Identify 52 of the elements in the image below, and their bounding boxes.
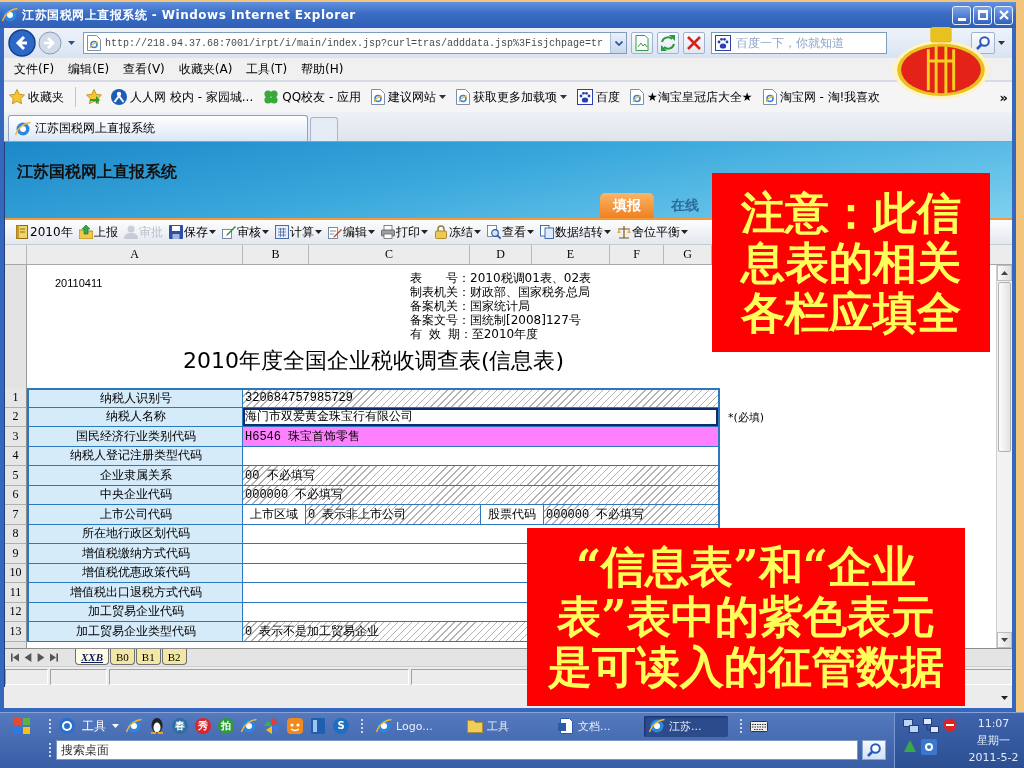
row-label: 增值税缴纳方式代码 [27, 544, 243, 564]
annotation-callout: “信息表”和“企业 表”表中的紫色表元 是可读入的征管数据 [527, 528, 965, 706]
row-number: 13 [5, 622, 27, 642]
app-title: 江苏国税网上直报系统 [17, 162, 177, 183]
form-info-line: 备案机关：国家统计局 [410, 299, 530, 313]
row-number: 12 [5, 602, 27, 622]
row-label: 纳税人登记注册类型代码 [27, 446, 243, 466]
row-number: 11 [5, 583, 27, 603]
row-number: 3 [5, 427, 27, 447]
annotation-callout: 注意：此信 息表的相关 各栏应填全 [712, 173, 990, 352]
row-number: 1 [5, 388, 27, 408]
imported-cell: H6546 珠宝首饰零售 [243, 427, 718, 446]
column-letter: F [610, 245, 664, 264]
row-number: 6 [5, 485, 27, 505]
row-number: 8 [5, 524, 27, 544]
row-label: 中央企业代码 [27, 485, 243, 505]
row-label: 加工贸易企业类型代码 [27, 622, 243, 642]
required-note: *(必填) [728, 409, 765, 425]
readonly-cell: 0 表示非上市公司 [306, 505, 481, 524]
row-number: 10 [5, 563, 27, 583]
form-info-line: 表 号：2010税调01表、02表 [410, 271, 592, 285]
row-label: 纳税人识别号 [27, 388, 243, 408]
column-letter: C [309, 245, 470, 264]
row-label: 增值税出口退税方式代码 [27, 583, 243, 603]
row-label: 增值税优惠政策代码 [27, 563, 243, 583]
row-label: 国民经济行业类别代码 [27, 427, 243, 447]
column-letter: D [470, 245, 532, 264]
readonly-cell: 00 不必填写 [243, 466, 718, 485]
form-info-line: 制表机关：财政部、国家税务总局 [410, 285, 590, 299]
form-title: 2010年度全国企业税收调查表(信息表) [182, 348, 565, 373]
form-info-line: 备案文号：国统制[2008]127号 [410, 313, 581, 327]
form-code-text: 20110411 [54, 276, 104, 289]
window-title: 江苏国税网上直报系统 - Windows Internet Explorer [22, 6, 356, 24]
readonly-cell: 000000 不必填写 [544, 505, 718, 524]
column-letter: E [532, 245, 610, 264]
readonly-cell: 320684757985729 [243, 390, 718, 407]
row-number: 4 [5, 446, 27, 466]
row-number: 5 [5, 466, 27, 486]
row-label: 加工贸易企业代码 [27, 602, 243, 622]
column-letter: B [243, 245, 309, 264]
form-info-line: 有 效 期：至2010年度 [410, 327, 539, 341]
row-number: 9 [5, 544, 27, 564]
row-label: 纳税人名称 [27, 407, 243, 427]
clock-time: 11:07 [977, 716, 1010, 732]
row-number: 7 [5, 505, 27, 525]
row-number: 2 [5, 407, 27, 427]
row-label: 上市公司代码 [27, 505, 243, 525]
row-label: 企业隶属关系 [27, 466, 243, 486]
clock-date: 2011-5-2 [968, 750, 1019, 766]
row-label: 所在地行政区划代码 [27, 524, 243, 544]
column-letter: A [27, 245, 243, 264]
clock-weekday: 星期一 [977, 733, 1010, 749]
